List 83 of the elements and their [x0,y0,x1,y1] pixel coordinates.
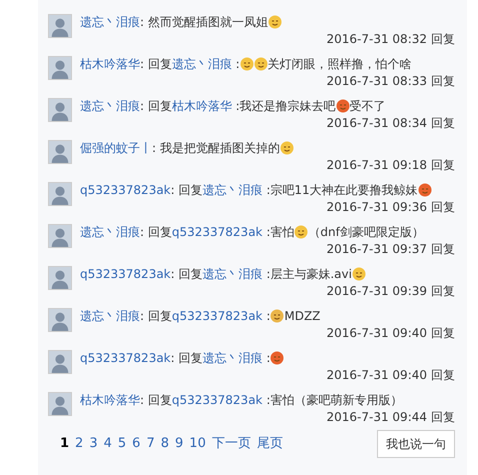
reply-link[interactable]: 回复 [431,116,455,130]
comment-text: :宗吧11大神在此要撸我鲸妹 [265,182,418,199]
comment-text: :我还是撸宗妹去吧 [234,98,336,115]
username-link[interactable]: 遗忘丶泪痕 [80,223,140,241]
page-link[interactable]: 6 [132,436,140,452]
say-button[interactable]: 我也说一句 [377,430,455,458]
comment-text: : [265,350,270,367]
avatar-icon[interactable] [48,224,72,248]
comment-text: : 回复 [170,182,202,199]
comment-text: : 回复 [170,350,202,367]
reply-link[interactable]: 回复 [431,368,455,382]
comment-text: : 然而觉醒插图就一凤姐 [140,14,268,31]
username-link[interactable]: 遗忘丶泪痕 [172,55,232,73]
username-link[interactable]: 枯木吟落华 [172,97,232,115]
avatar-icon[interactable] [48,182,72,206]
comment-text: : 回复 [170,266,202,283]
page-link[interactable]: 4 [104,436,112,452]
avatar-icon[interactable] [48,14,72,38]
comment-text: :层主与豪妹.avi [265,266,352,283]
username-link[interactable]: 遗忘丶泪痕 [202,265,262,283]
username-link[interactable]: 枯木吟落华 [80,55,140,73]
username-link[interactable]: q532337823ak [172,307,262,325]
username-link[interactable]: q532337823ak [80,181,171,199]
page-link[interactable]: 7 [146,436,155,452]
timestamp: 2016-7-31 08:34 [326,116,427,130]
comment-text: : 回复 [140,98,172,115]
avatar-icon[interactable] [48,140,72,164]
username-link[interactable]: 遗忘丶泪痕 [202,349,262,367]
comment-text: :害怕 [265,224,294,241]
comment-text: : 回复 [140,308,172,325]
page-link[interactable]: 2 [75,436,84,452]
avatar-icon[interactable] [48,392,72,416]
comment-text: : 我是把觉醒插图关掉的 [152,140,280,157]
page-link[interactable]: 5 [118,436,126,452]
username-link[interactable]: q532337823ak [80,349,171,367]
comment-text: : 回复 [140,392,172,409]
page-link[interactable]: 3 [89,436,98,452]
comment-text: : 回复 [140,224,172,241]
reply-link[interactable]: 回复 [431,410,455,424]
comment-text: : [265,308,270,325]
timestamp: 2016-7-31 08:33 [326,74,427,88]
timestamp: 2016-7-31 09:37 [326,242,427,256]
avatar-icon[interactable] [48,56,72,80]
timestamp: 2016-7-31 09:40 [326,368,427,382]
timestamp: 2016-7-31 09:40 [326,326,427,340]
reply-link[interactable]: 回复 [431,242,455,256]
avatar-icon[interactable] [48,98,72,122]
reply-link[interactable]: 回复 [431,74,455,88]
avatar-icon[interactable] [48,266,72,290]
reply-link[interactable]: 回复 [431,284,455,298]
avatar-icon[interactable] [48,350,72,374]
comment-text: :害怕（豪吧萌新专用版） [265,392,402,409]
timestamp: 2016-7-31 09:39 [326,284,427,298]
reply-link[interactable]: 回复 [431,200,455,214]
username-link[interactable]: 遗忘丶泪痕 [202,181,262,199]
reply-link[interactable]: 回复 [431,32,455,46]
comment-text: : [234,56,240,73]
comment-text: : 回复 [140,56,172,73]
reply-link[interactable]: 回复 [431,326,455,340]
page-link[interactable]: 下一页 [212,436,251,452]
reply-link[interactable]: 回复 [431,158,455,172]
timestamp: 2016-7-31 09:18 [326,158,427,172]
comment-text: 受不了 [350,98,386,115]
comment-text: （dnf剑豪吧限定版） [308,224,424,241]
timestamp: 2016-7-31 09:44 [326,410,427,424]
username-link[interactable]: 遗忘丶泪痕 [80,13,140,31]
page-link[interactable]: 8 [160,436,170,452]
username-link[interactable]: q532337823ak [80,265,171,283]
page-link[interactable]: 9 [175,436,184,452]
username-link[interactable]: q532337823ak [172,223,262,241]
page-link[interactable]: 尾页 [256,436,283,452]
username-link[interactable]: 枯木吟落华 [80,391,140,409]
comment-text: MDZZ [284,308,320,325]
page-link[interactable]: 1 [60,436,70,452]
page-link[interactable]: 10 [189,436,206,452]
comment-text: 关灯闭眼，照样撸，怕个啥 [268,56,412,73]
timestamp: 2016-7-31 09:36 [326,200,427,214]
username-link[interactable]: 倔强的蚊子丨 [80,139,152,157]
avatar-icon[interactable] [48,308,72,332]
username-link[interactable]: 遗忘丶泪痕 [80,307,140,325]
username-link[interactable]: q532337823ak [172,391,262,409]
timestamp: 2016-7-31 08:32 [326,32,427,46]
username-link[interactable]: 遗忘丶泪痕 [80,97,140,115]
